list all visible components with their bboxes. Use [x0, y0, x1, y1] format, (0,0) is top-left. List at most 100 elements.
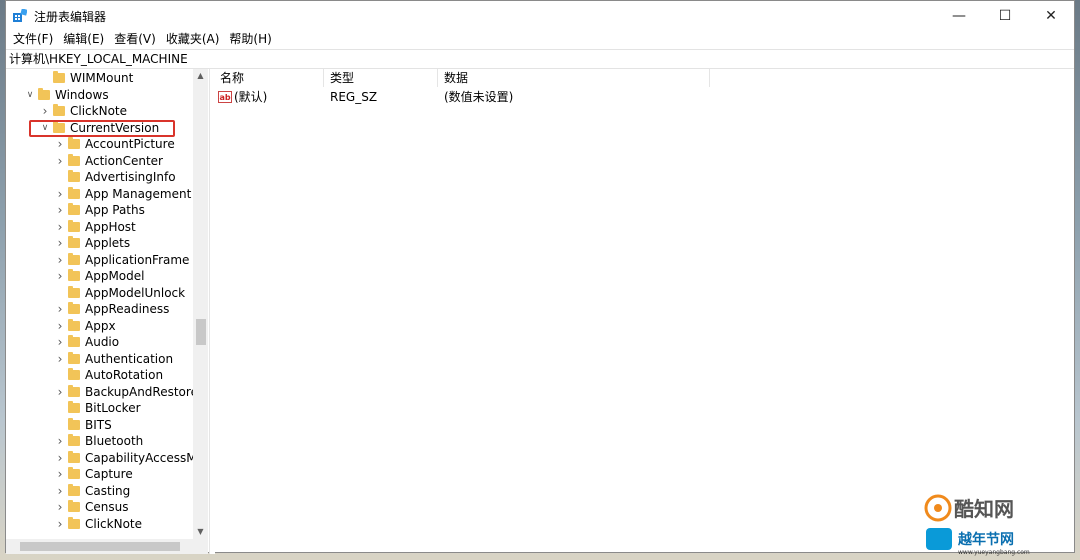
menu-file[interactable]: 文件(F)	[8, 30, 58, 48]
menu-help[interactable]: 帮助(H)	[224, 30, 276, 48]
value-row[interactable]: ab (默认) REG_SZ (数值未设置)	[214, 89, 714, 106]
tree-item-label: BitLocker	[85, 401, 141, 415]
tree-item-label: CapabilityAccessMa	[85, 450, 204, 465]
regedit-app-icon	[13, 9, 27, 22]
title-bar[interactable]: 注册表编辑器 — ☐ ✕	[6, 1, 1074, 30]
folder-icon	[68, 516, 80, 529]
folder-icon	[53, 104, 65, 116]
maximize-button[interactable]: ☐	[982, 1, 1028, 30]
values-list: 名称 类型 数据 ab (默认) REG_SZ (数值未设置)	[214, 69, 1074, 552]
highlight-annotation	[29, 120, 175, 137]
watermark-logo: 酷知网 越年节网 www.yueyangbang.com	[924, 494, 1030, 556]
column-header-data[interactable]: 数据	[438, 69, 710, 87]
tree-item-label: Census	[85, 500, 129, 514]
chevron-right-icon[interactable]: ›	[55, 153, 65, 169]
value-type: REG_SZ	[330, 90, 378, 104]
chevron-right-icon[interactable]: ›	[55, 268, 65, 284]
tree-item-label: AppModel	[85, 269, 145, 283]
chevron-right-icon[interactable]: ›	[55, 235, 65, 251]
folder-icon	[68, 384, 80, 397]
tree-item-label: App Paths	[85, 203, 145, 217]
folder-icon	[68, 269, 80, 281]
menu-bar: 文件(F) 编辑(E) 查看(V) 收藏夹(A) 帮助(H)	[6, 30, 1074, 48]
tree-item-label: AutoRotation	[85, 368, 164, 382]
chevron-right-icon[interactable]: ›	[55, 516, 65, 532]
chevron-right-icon[interactable]: ›	[55, 433, 65, 449]
tree-item-label: Casting	[85, 483, 131, 498]
folder-icon	[68, 153, 80, 166]
tree-vertical-scrollbar[interactable]: ▲ ▼	[193, 69, 208, 539]
tree-item-label: WIMMount	[70, 71, 134, 85]
folder-icon	[68, 351, 80, 364]
scroll-up-arrow-icon[interactable]: ▲	[193, 69, 208, 83]
scroll-down-arrow-icon[interactable]: ▼	[193, 525, 208, 539]
chevron-right-icon[interactable]: ›	[55, 499, 65, 515]
chevron-right-icon[interactable]: ›	[55, 219, 65, 235]
tree-item-label: Audio	[85, 335, 120, 349]
chevron-right-icon[interactable]: ›	[55, 136, 65, 152]
tree-item-label: ApplicationFrame	[85, 252, 190, 267]
folder-icon	[68, 285, 80, 298]
tree-item-label: BITS	[85, 417, 112, 432]
chevron-right-icon[interactable]: ›	[55, 318, 65, 334]
watermark-secondary-text: 越年节网	[957, 531, 1014, 548]
folder-icon	[68, 302, 80, 314]
folder-icon	[68, 450, 80, 463]
folder-icon	[53, 71, 65, 83]
tree-item-label: App Management	[85, 186, 192, 201]
close-button[interactable]: ✕	[1028, 1, 1074, 30]
folder-icon	[68, 500, 80, 512]
chevron-right-icon[interactable]: ›	[55, 186, 65, 202]
chevron-right-icon[interactable]: ›	[55, 351, 65, 367]
tree-item-label: Authentication	[85, 351, 174, 366]
chevron-right-icon[interactable]: ›	[55, 450, 65, 466]
tree-item-label: ActionCenter	[85, 153, 163, 168]
tree-item-label: ClickNote	[70, 104, 127, 118]
folder-icon	[68, 417, 80, 430]
folder-icon	[68, 467, 80, 479]
folder-icon	[68, 318, 80, 331]
folder-icon	[68, 203, 80, 215]
chevron-right-icon[interactable]: ›	[55, 301, 65, 317]
chevron-right-icon[interactable]: ›	[55, 384, 65, 400]
folder-icon	[68, 483, 80, 496]
folder-icon	[68, 368, 80, 380]
chevron-right-icon[interactable]: ›	[55, 334, 65, 350]
folder-icon	[38, 87, 50, 100]
folder-icon	[68, 186, 80, 199]
menu-view[interactable]: 查看(V)	[109, 30, 161, 48]
tree-horizontal-scrollbar[interactable]	[6, 539, 208, 554]
folder-icon	[68, 219, 80, 232]
watermark-url: www.yueyangbang.com	[958, 549, 1030, 556]
chevron-right-icon[interactable]: ›	[55, 202, 65, 218]
menu-edit[interactable]: 编辑(E)	[58, 30, 109, 48]
menu-favorites[interactable]: 收藏夹(A)	[161, 30, 225, 48]
tree-item-label: Applets	[85, 236, 131, 250]
chevron-right-icon[interactable]: ›	[55, 252, 65, 268]
scroll-thumb[interactable]	[196, 319, 206, 345]
tree-item-label: AccountPicture	[85, 137, 175, 151]
horizontal-scroll-thumb[interactable]	[20, 542, 180, 551]
chevron-right-icon[interactable]: ›	[55, 483, 65, 499]
column-header-name[interactable]: 名称	[214, 69, 324, 87]
value-name: (默认)	[234, 90, 268, 104]
chevron-down-icon[interactable]: ∨	[25, 87, 35, 103]
window-title: 注册表编辑器	[34, 10, 107, 24]
chevron-right-icon[interactable]: ›	[40, 103, 50, 119]
regedit-window: 注册表编辑器 — ☐ ✕ 文件(F) 编辑(E) 查看(V) 收藏夹(A) 帮助…	[5, 0, 1075, 554]
chevron-right-icon[interactable]: ›	[55, 466, 65, 482]
tree-item-label: AppReadiness	[85, 302, 170, 316]
address-bar[interactable]: 计算机\HKEY_LOCAL_MACHINE	[6, 49, 1074, 69]
watermark-primary-text: 酷知网	[954, 497, 1014, 521]
folder-icon	[68, 434, 80, 446]
column-header-type[interactable]: 类型	[324, 69, 438, 87]
minimize-button[interactable]: —	[936, 1, 982, 30]
value-data: (数值未设置)	[444, 90, 514, 104]
folder-icon	[68, 335, 80, 347]
